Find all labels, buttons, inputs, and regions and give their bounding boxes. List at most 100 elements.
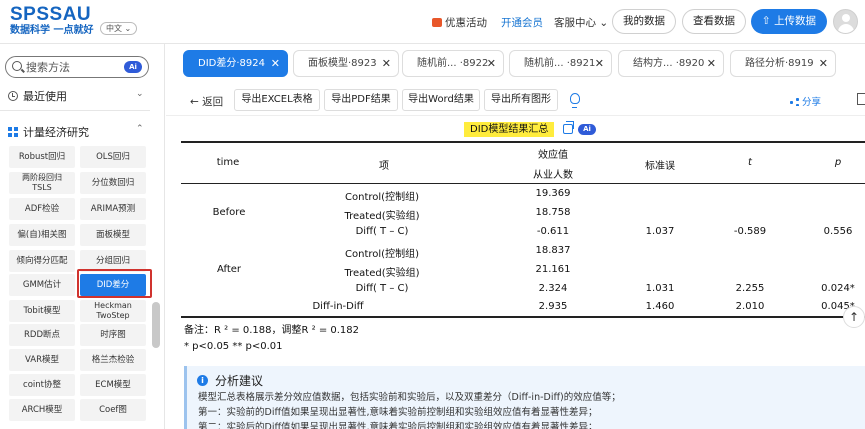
row-effect: 18.758	[535, 207, 571, 218]
ai-badge[interactable]: Ai	[124, 61, 142, 73]
row-time: Before	[212, 207, 246, 218]
export-word-button[interactable]: 导出Word结果	[402, 89, 480, 111]
divider	[0, 110, 150, 111]
method-item[interactable]: coint协整	[9, 374, 75, 396]
tab-label: 结构方... ·8920	[633, 58, 705, 69]
method-item[interactable]: GMM估计	[9, 274, 75, 296]
close-icon[interactable]: ✕	[819, 51, 828, 76]
export-images-button[interactable]: 导出所有图形	[484, 89, 558, 111]
row-se: 1.037	[645, 226, 675, 237]
logo[interactable]: SPSSAU 数据科学 一点就好	[10, 5, 93, 37]
row-item: Control(控制组)	[345, 192, 419, 203]
method-search[interactable]: Ai	[5, 56, 149, 78]
tab-sfa-1[interactable]: 随机前... ·8922 ✕	[402, 50, 504, 77]
method-item[interactable]: Robust回归	[9, 146, 75, 168]
method-item[interactable]: ARIMA预测	[80, 198, 146, 220]
promo-link[interactable]: 优惠活动	[432, 15, 487, 30]
header-time: time	[216, 157, 240, 168]
ai-badge[interactable]: Ai	[578, 124, 596, 135]
method-item[interactable]: Heckman TwoStep	[80, 300, 146, 322]
method-label-line1: 两阶段回归	[22, 173, 62, 182]
analysis-panel: i 分析建议 模型汇总表格展示差分效应值数据，包括实验前和实验后，以及双重差分（…	[184, 366, 865, 429]
top-header: SPSSAU 数据科学 一点就好 中文 ⌄ 优惠活动 开通会员 客服中心 ⌄ 我…	[0, 0, 865, 44]
promo-label: 优惠活动	[445, 17, 487, 29]
close-icon[interactable]: ✕	[487, 51, 496, 76]
close-icon[interactable]: ✕	[595, 51, 604, 76]
method-label-line1: Heckman	[94, 301, 132, 310]
method-item[interactable]: 面板模型	[80, 224, 146, 246]
method-item[interactable]: 倾向得分匹配	[9, 250, 75, 272]
grid-icon	[8, 127, 18, 137]
row-time: After	[216, 264, 242, 275]
row-effect: 2.935	[538, 301, 568, 312]
close-icon[interactable]: ✕	[707, 51, 716, 76]
recent-section[interactable]: 最近使用	[8, 88, 67, 104]
customer-center-menu[interactable]: 客服中心 ⌄	[554, 15, 608, 30]
header-item: 项	[379, 161, 389, 172]
share-icon	[790, 98, 799, 106]
share-button[interactable]: 分享	[790, 94, 821, 108]
method-item[interactable]: OLS回归	[80, 146, 146, 168]
tab-label: 随机前... ·8922	[417, 58, 489, 69]
row-se: 1.460	[645, 301, 675, 312]
row-effect: 2.324	[538, 283, 568, 294]
method-item[interactable]: ECM模型	[80, 374, 146, 396]
my-data-button[interactable]: 我的数据	[612, 9, 676, 34]
result-title: DID模型结果汇总	[464, 122, 555, 137]
category-econometrics[interactable]: 计量经济研究	[8, 124, 89, 140]
tab-path[interactable]: 路径分析·8919 ✕	[730, 50, 836, 77]
method-item[interactable]: Coef图	[80, 399, 146, 421]
view-data-button[interactable]: 查看数据	[682, 9, 746, 34]
analysis-line: 模型汇总表格展示差分效应值数据，包括实验前和实验后，以及双重差分（Diff-in…	[198, 392, 621, 403]
tab-did[interactable]: DID差分·8924 ✕	[183, 50, 288, 77]
method-item[interactable]: 分位数回归	[80, 172, 146, 194]
export-pdf-button[interactable]: 导出PDF结果	[324, 89, 398, 111]
recent-label: 最近使用	[23, 90, 67, 103]
chevron-up-icon[interactable]: ⌃	[136, 124, 144, 134]
method-label-line2: TSLS	[32, 183, 52, 192]
copy-icon[interactable]	[563, 121, 574, 134]
vip-link[interactable]: 开通会员	[501, 15, 543, 30]
header-effect-sub: 从业人数	[533, 170, 573, 181]
avatar[interactable]	[833, 9, 858, 34]
row-item: Control(控制组)	[345, 249, 419, 260]
method-item[interactable]: 两阶段回归 TSLS	[9, 172, 75, 194]
header-t: t	[748, 157, 752, 168]
method-item[interactable]: VAR模型	[9, 349, 75, 371]
table-note-r2: 备注：R ² = 0.188，调整R ² = 0.182	[184, 325, 359, 336]
header-se: 标准误	[645, 161, 675, 172]
search-icon	[12, 61, 22, 71]
row-effect: 21.161	[535, 264, 571, 275]
export-excel-button[interactable]: 导出EXCEL表格	[234, 89, 320, 111]
row-item: Diff-in-Diff	[312, 301, 364, 312]
method-item[interactable]: ADF检验	[9, 198, 75, 220]
language-select[interactable]: 中文 ⌄	[100, 22, 138, 35]
method-item[interactable]: Tobit模型	[9, 300, 75, 322]
upload-icon: ⇧	[761, 15, 775, 27]
method-item[interactable]: RDD断点	[9, 324, 75, 346]
method-item[interactable]: 时序图	[80, 324, 146, 346]
method-item[interactable]: 偏(自)相关图	[9, 224, 75, 246]
analysis-line: 第二：实验后的Diff值如果呈现出显著性,意味着实验后控制组和实验组效应值有着显…	[198, 422, 598, 429]
upload-label: 上传数据	[774, 15, 817, 27]
row-effect: 18.837	[535, 245, 571, 256]
chevron-down-icon[interactable]: ⌄	[136, 89, 144, 99]
method-item[interactable]: ARCH模型	[9, 399, 75, 421]
search-input[interactable]	[26, 59, 116, 75]
close-icon[interactable]: ✕	[382, 51, 391, 76]
row-item: Diff( T – C)	[355, 226, 409, 237]
document-icon[interactable]	[857, 93, 865, 105]
method-item[interactable]: 格兰杰检验	[80, 349, 146, 371]
tab-panel[interactable]: 面板模型·8923 ✕	[293, 50, 399, 77]
scroll-top-button[interactable]: ↑	[843, 306, 865, 328]
sidebar-scrollbar[interactable]	[152, 302, 160, 348]
close-icon[interactable]: ✕	[271, 51, 280, 76]
back-button[interactable]: ← 返回	[190, 94, 223, 109]
header-effect: 效应值	[538, 150, 568, 161]
row-t: 2.255	[735, 283, 765, 294]
tab-sem[interactable]: 结构方... ·8920 ✕	[618, 50, 724, 77]
tab-sfa-2[interactable]: 随机前... ·8921 ✕	[509, 50, 612, 77]
upload-data-button[interactable]: ⇧ 上传数据	[751, 9, 827, 34]
lightbulb-icon[interactable]	[570, 93, 580, 108]
gift-icon	[432, 18, 442, 27]
